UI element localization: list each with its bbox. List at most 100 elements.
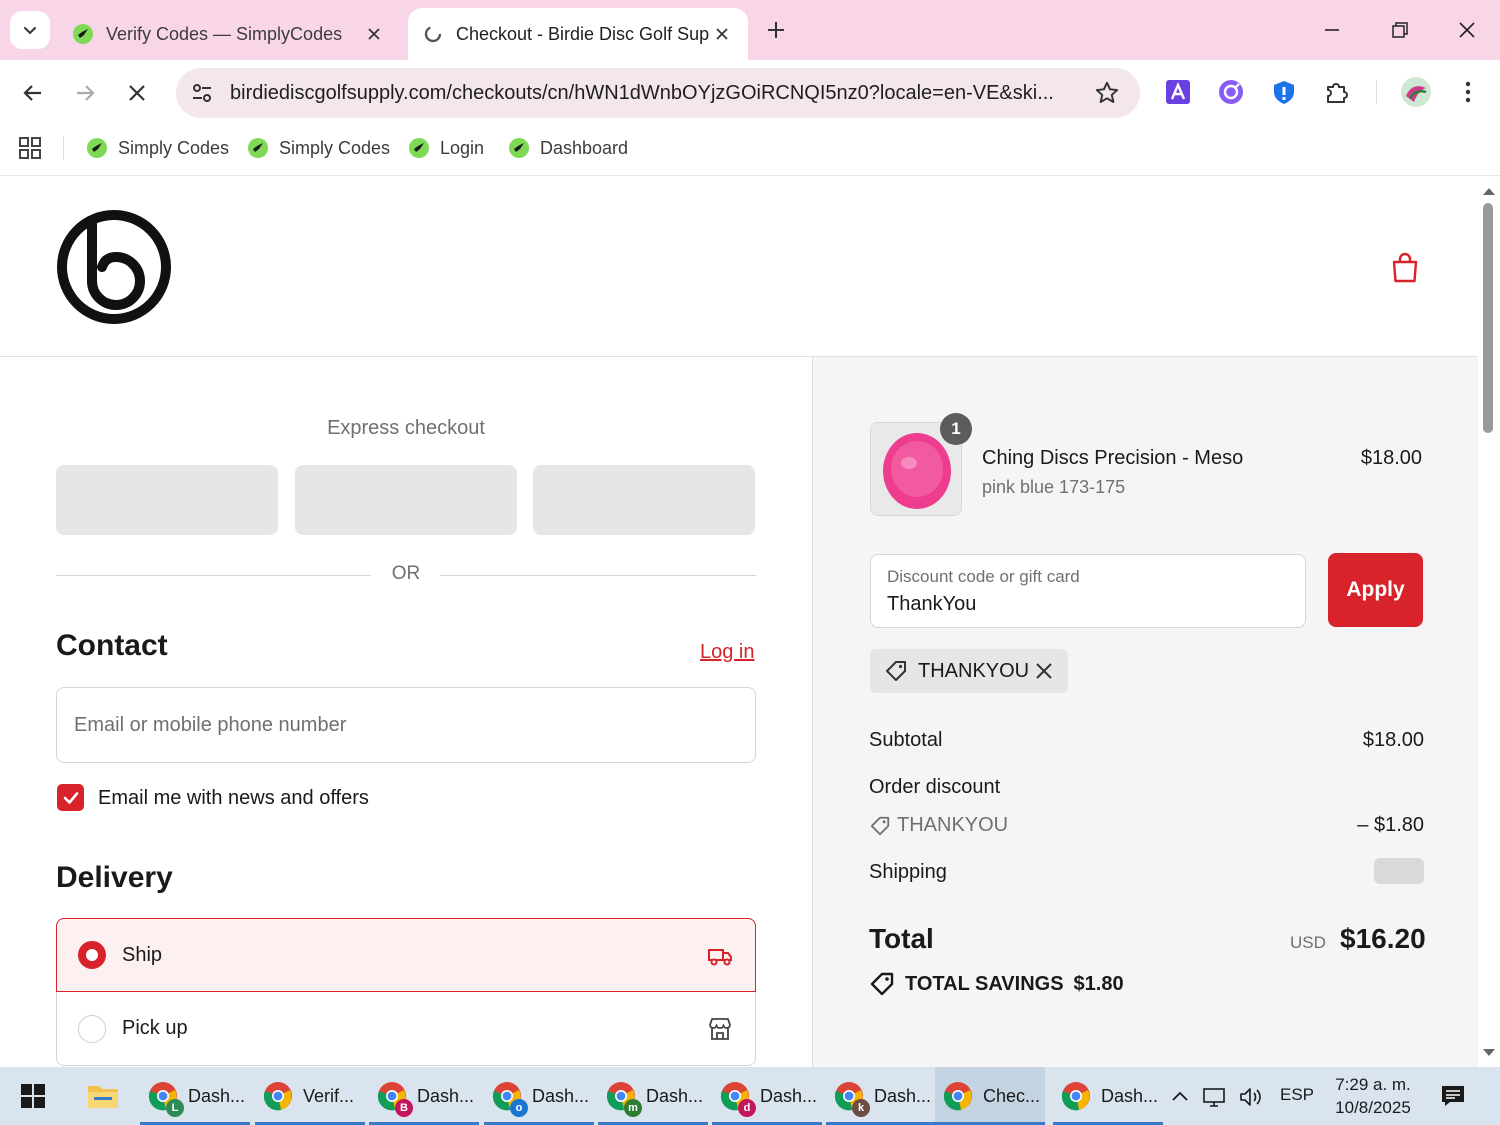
- profile-badge: m: [624, 1099, 642, 1117]
- browser-toolbar: birdiediscgolfsupply.com/checkouts/cn/hW…: [0, 60, 1500, 124]
- or-divider-label: OR: [391, 563, 421, 584]
- tab-verify-codes[interactable]: Verify Codes — SimplyCodes: [58, 8, 400, 60]
- chevron-down-icon: [24, 27, 36, 35]
- taskbar-chrome-window[interactable]: d Dash...: [712, 1067, 822, 1125]
- simplycodes-favicon-icon: [248, 138, 268, 158]
- simplycodes-favicon-icon: [509, 138, 529, 158]
- file-explorer-icon[interactable]: [86, 1081, 120, 1111]
- apply-button[interactable]: Apply: [1328, 553, 1423, 627]
- bookmark-label: Login: [440, 137, 485, 158]
- extension-a-icon[interactable]: [1164, 78, 1192, 106]
- discount-field-label: Discount code or gift card: [887, 567, 1080, 586]
- bookmarks-bar: Simply Codes Simply Codes Login Dashboar…: [0, 124, 1500, 176]
- toolbar-divider: [1376, 80, 1377, 104]
- clock-date: 10/8/2025: [1335, 1098, 1411, 1117]
- radio-selected[interactable]: [78, 941, 106, 969]
- site-settings-icon[interactable]: [190, 81, 214, 105]
- notifications-icon[interactable]: [1440, 1083, 1466, 1109]
- chrome-icon: d: [720, 1081, 756, 1117]
- order-discount-label: Order discount: [869, 776, 1001, 798]
- forward-button[interactable]: [68, 76, 102, 110]
- taskbar-label: Chec...: [983, 1085, 1041, 1106]
- taskbar-chrome-window[interactable]: o Dash...: [484, 1067, 594, 1125]
- shopping-bag-icon[interactable]: [1388, 251, 1422, 285]
- restore-button[interactable]: [1384, 14, 1416, 46]
- remove-discount-icon[interactable]: [1034, 661, 1054, 681]
- taskbar-chrome-window[interactable]: k Dash...: [826, 1067, 936, 1125]
- windows-start-icon[interactable]: [20, 1083, 46, 1109]
- discount-code-field[interactable]: Discount code or gift card ThankYou: [870, 554, 1306, 628]
- shield-icon[interactable]: [1270, 78, 1298, 106]
- bookmark-login[interactable]: Login: [408, 134, 484, 162]
- tag-icon: [870, 816, 890, 835]
- close-window-button[interactable]: [1451, 14, 1483, 46]
- subtotal-value: $18.00: [1362, 729, 1424, 751]
- new-tab-button[interactable]: [762, 16, 790, 44]
- profile-avatar[interactable]: [1400, 76, 1432, 108]
- newsletter-checkbox[interactable]: [57, 784, 84, 811]
- tray-chevron-up-icon[interactable]: [1170, 1085, 1190, 1109]
- url-text[interactable]: birdiediscgolfsupply.com/checkouts/cn/hW…: [230, 82, 1084, 105]
- taskbar-label: Dash...: [760, 1085, 818, 1106]
- savings-value: $1.80: [1073, 972, 1124, 995]
- delivery-option-ship[interactable]: Ship: [56, 918, 756, 992]
- star-icon[interactable]: [1094, 80, 1120, 106]
- scroll-up-icon[interactable]: [1482, 185, 1496, 197]
- back-button[interactable]: [16, 76, 50, 110]
- express-checkout-label: Express checkout: [327, 417, 485, 439]
- radio-unselected[interactable]: [78, 1014, 106, 1043]
- bookmark-simply-codes[interactable]: Simply Codes: [86, 134, 229, 162]
- address-bar[interactable]: birdiediscgolfsupply.com/checkouts/cn/hW…: [176, 68, 1140, 118]
- login-link[interactable]: Log in: [700, 641, 755, 664]
- volume-icon[interactable]: [1238, 1085, 1264, 1109]
- menu-button[interactable]: [1454, 78, 1482, 106]
- scroll-down-icon[interactable]: [1482, 1047, 1496, 1059]
- taskbar-chrome-window[interactable]: Chec...: [935, 1067, 1045, 1125]
- tag-icon: [886, 661, 906, 681]
- taskbar-label: Dash...: [532, 1085, 590, 1106]
- store-icon: [709, 1017, 731, 1040]
- express-pay-button[interactable]: [56, 465, 278, 535]
- express-pay-button[interactable]: [295, 465, 517, 535]
- truck-icon: [708, 949, 732, 966]
- taskbar-chrome-window[interactable]: L Dash...: [140, 1067, 250, 1125]
- express-pay-button[interactable]: [533, 465, 755, 535]
- close-tab-icon[interactable]: [710, 22, 734, 46]
- checkmark-icon: [63, 791, 78, 804]
- taskbar-chrome-window[interactable]: m Dash...: [598, 1067, 708, 1125]
- input-language[interactable]: ESP: [1280, 1085, 1314, 1105]
- menu-dots-icon: [1465, 81, 1471, 103]
- minimize-button[interactable]: [1316, 14, 1348, 46]
- tab-checkout[interactable]: Checkout - Birdie Disc Golf Sup: [408, 8, 748, 60]
- applied-discount-chip: THANKYOU: [870, 649, 1068, 693]
- close-tab-icon[interactable]: [362, 22, 386, 46]
- network-icon[interactable]: [1202, 1085, 1228, 1109]
- simplycodes-favicon-icon: [73, 24, 93, 44]
- bookmark-simply-codes[interactable]: Simply Codes: [247, 134, 390, 162]
- birdie-logo-icon[interactable]: [56, 209, 174, 327]
- discount-field-value[interactable]: ThankYou: [887, 593, 976, 616]
- chrome-icon: B: [377, 1081, 413, 1117]
- page-scrollbar[interactable]: [1478, 177, 1500, 1067]
- stop-button[interactable]: [120, 76, 154, 110]
- bookmarks-divider: [63, 136, 64, 160]
- tab-title: Checkout - Birdie Disc Golf Sup: [456, 23, 710, 44]
- scroll-thumb[interactable]: [1483, 203, 1493, 433]
- chrome-icon: o: [492, 1081, 528, 1117]
- tab-search-button[interactable]: [10, 11, 50, 49]
- system-clock[interactable]: 7:29 a. m. 10/8/2025: [1332, 1073, 1414, 1119]
- newsletter-label[interactable]: Email me with news and offers: [98, 787, 369, 810]
- tab-title: Verify Codes — SimplyCodes: [106, 23, 343, 44]
- apps-grid-icon[interactable]: [18, 136, 42, 160]
- windows-taskbar: L Dash... Verif... B Dash... o Dash... m Dash...…: [0, 1067, 1500, 1125]
- extension-puzzle-icon[interactable]: [1323, 78, 1351, 106]
- email-field[interactable]: [56, 687, 756, 763]
- delivery-option-pickup[interactable]: Pick up: [56, 992, 756, 1066]
- simplycodes-favicon-icon: [409, 138, 429, 158]
- taskbar-chrome-window[interactable]: Verif...: [255, 1067, 365, 1125]
- extension-circle-icon[interactable]: [1217, 78, 1245, 106]
- bookmark-dashboard[interactable]: Dashboard: [508, 134, 628, 162]
- taskbar-chrome-window[interactable]: B Dash...: [369, 1067, 479, 1125]
- taskbar-chrome-window[interactable]: Dash...: [1053, 1067, 1163, 1125]
- total-label: Total: [869, 923, 934, 954]
